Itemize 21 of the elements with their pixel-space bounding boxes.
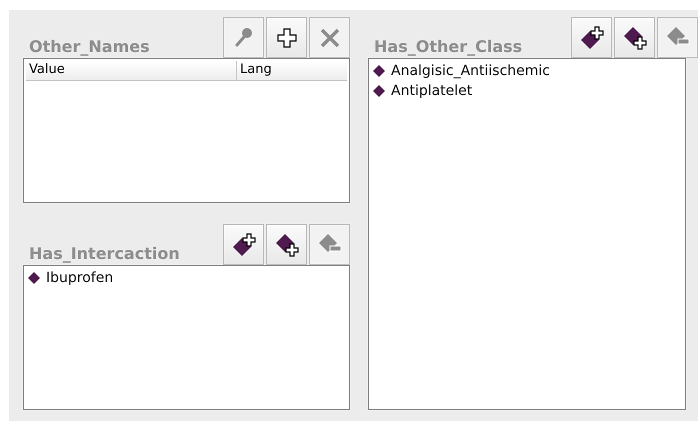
toolbar-button[interactable] bbox=[571, 17, 612, 58]
diamond-icon bbox=[373, 65, 385, 77]
column-header: Lang bbox=[239, 61, 273, 79]
section-title: Has_Other_Class bbox=[373, 37, 522, 58]
list-item[interactable]: Antiplatelet bbox=[373, 81, 681, 101]
section-title: Other_Names bbox=[28, 37, 150, 58]
diamond-plus-icon bbox=[580, 26, 604, 50]
diamond-icon bbox=[28, 272, 40, 284]
toolbar-button[interactable] bbox=[223, 224, 264, 265]
diamond-plus-icon bbox=[274, 232, 298, 256]
section-title: Has_Intercaction bbox=[28, 244, 180, 265]
add-icon bbox=[274, 26, 298, 50]
diamond-icon bbox=[373, 85, 385, 97]
diamond-plus-icon bbox=[622, 26, 646, 50]
diamond-plus-icon bbox=[232, 232, 256, 256]
column-header: Value bbox=[26, 61, 237, 80]
toolbar-button[interactable] bbox=[266, 17, 307, 58]
toolbar-button[interactable] bbox=[266, 224, 307, 265]
toolbar-button[interactable] bbox=[614, 17, 655, 58]
list-item[interactable]: Analgisic_Antiischemic bbox=[373, 61, 681, 81]
list-item[interactable]: Ibuprofen bbox=[28, 268, 345, 288]
